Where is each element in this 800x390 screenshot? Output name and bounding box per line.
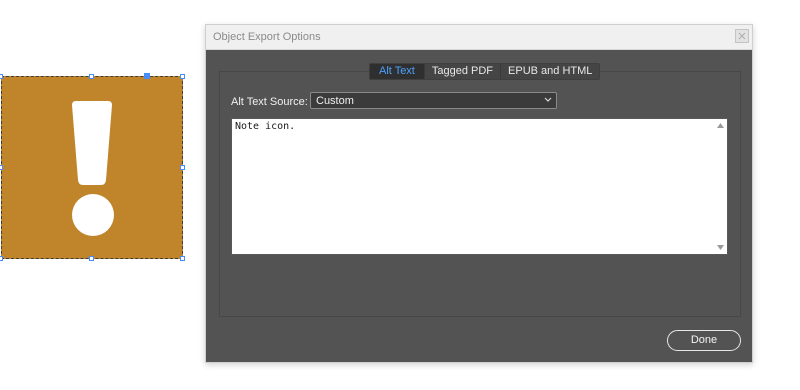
selection-handle-middle-right[interactable] xyxy=(180,165,185,170)
chevron-down-icon xyxy=(544,97,552,102)
selection-handle-top-right[interactable] xyxy=(180,74,185,79)
selection-handle-bottom-left[interactable] xyxy=(0,256,3,261)
scroll-up-arrow-icon[interactable] xyxy=(717,123,724,128)
tab-alt-text[interactable]: Alt Text xyxy=(370,64,424,79)
exclamation-icon xyxy=(72,101,114,236)
selected-graphic-frame[interactable] xyxy=(1,76,183,259)
alt-text-field[interactable]: Note icon. xyxy=(231,118,728,255)
alt-text-source-label: Alt Text Source: xyxy=(231,96,308,108)
selection-handle-bottom-right[interactable] xyxy=(180,256,185,261)
tab-epub-and-html[interactable]: EPUB and HTML xyxy=(500,64,599,79)
alt-text-value: Note icon. xyxy=(235,121,296,132)
dialog-titlebar[interactable]: Object Export Options xyxy=(206,25,752,50)
selection-handle-top-middle[interactable] xyxy=(89,74,94,79)
close-button[interactable] xyxy=(735,29,749,43)
alt-text-source-dropdown[interactable]: Custom xyxy=(310,92,557,109)
selection-handle-middle-left[interactable] xyxy=(0,165,3,170)
done-button[interactable]: Done xyxy=(667,330,741,351)
selection-handle-bottom-middle[interactable] xyxy=(89,256,94,261)
close-icon xyxy=(738,32,746,40)
object-export-options-dialog: Object Export Options Alt Text Tagged PD… xyxy=(205,24,753,363)
tab-bar: Alt Text Tagged PDF EPUB and HTML xyxy=(369,63,601,80)
alt-text-source-value: Custom xyxy=(316,95,354,107)
dialog-title: Object Export Options xyxy=(213,31,321,43)
tab-tagged-pdf[interactable]: Tagged PDF xyxy=(423,64,500,79)
selection-handle-top-right-reference[interactable] xyxy=(144,73,150,79)
scroll-down-arrow-icon[interactable] xyxy=(717,245,724,250)
selection-handle-top-left[interactable] xyxy=(0,74,3,79)
